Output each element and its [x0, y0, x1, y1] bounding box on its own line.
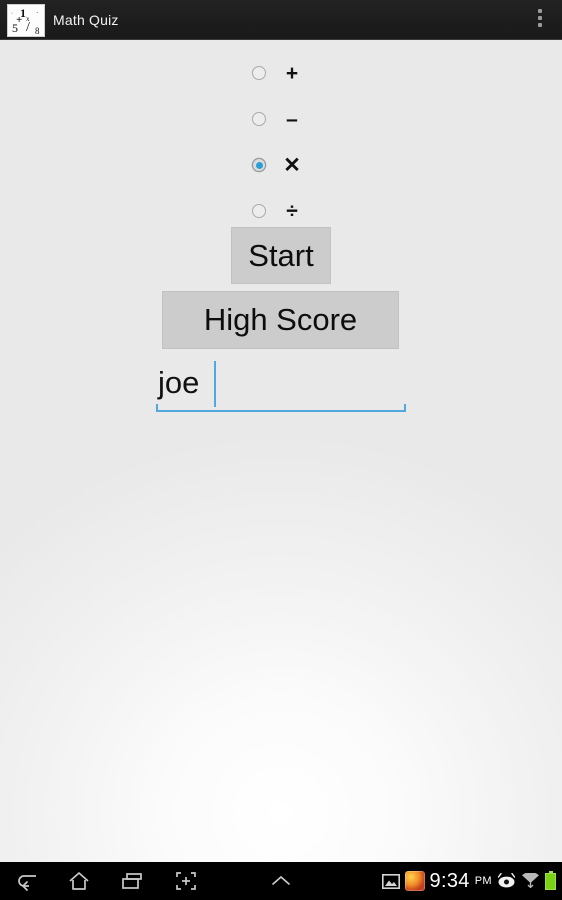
start-button[interactable]: Start — [231, 227, 331, 284]
radio-label-divide: ÷ — [286, 199, 298, 223]
text-caret — [214, 361, 216, 407]
main-content: + – ✕ ÷ Start High Score joe — [0, 40, 562, 862]
name-input[interactable]: joe — [156, 357, 406, 412]
name-input-value: joe — [158, 365, 200, 400]
radio-mark-add[interactable] — [252, 66, 266, 80]
image-icon — [381, 873, 400, 889]
overflow-dot-2 — [538, 16, 542, 20]
icon-glyph-dot: · — [11, 11, 13, 17]
radio-label-subtract: – — [286, 107, 298, 131]
android-screen: · 1 · + x 5 / 8 Math Quiz + – ✕ ÷ Start … — [0, 0, 562, 900]
system-navigation-bar: 9:34 PM — [0, 862, 562, 900]
radio-mark-multiply[interactable] — [252, 158, 266, 172]
icon-glyph-dash: · — [36, 9, 39, 17]
operation-radio-group: + – ✕ ÷ — [0, 50, 562, 234]
radio-option-add[interactable]: + — [0, 50, 562, 96]
radio-label-add: + — [285, 61, 299, 85]
status-icons-area: 9:34 PM — [377, 862, 556, 900]
overflow-dot-3 — [538, 23, 542, 27]
radio-mark-divide[interactable] — [252, 204, 266, 218]
icon-glyph-eight: 8 — [35, 26, 40, 36]
radio-label-multiply: ✕ — [283, 153, 301, 177]
colorful-app-icon — [404, 871, 425, 891]
eye-icon — [497, 873, 516, 889]
screenshot-icon[interactable] — [164, 862, 208, 900]
radio-option-subtract[interactable]: – — [0, 96, 562, 142]
status-clock: 9:34 — [429, 869, 470, 892]
math-quiz-app-icon: · 1 · + x 5 / 8 — [7, 4, 45, 37]
home-icon[interactable] — [57, 862, 101, 900]
radio-mark-subtract[interactable] — [252, 112, 266, 126]
radio-option-multiply[interactable]: ✕ — [0, 142, 562, 188]
input-bracket-right — [404, 404, 406, 412]
back-icon[interactable] — [6, 862, 50, 900]
app-title: Math Quiz — [53, 12, 119, 28]
high-score-button[interactable]: High Score — [162, 291, 399, 349]
icon-glyph-five: 5 — [12, 21, 18, 35]
overflow-dot-1 — [538, 9, 542, 13]
recent-apps-icon[interactable] — [110, 862, 154, 900]
status-ampm: PM — [474, 875, 492, 887]
battery-icon — [545, 870, 556, 890]
overflow-menu-icon[interactable] — [529, 9, 551, 32]
expand-up-icon[interactable] — [259, 862, 303, 900]
action-bar: · 1 · + x 5 / 8 Math Quiz — [0, 0, 562, 40]
wifi-icon — [521, 872, 540, 890]
icon-glyph-slash: / — [26, 20, 30, 35]
